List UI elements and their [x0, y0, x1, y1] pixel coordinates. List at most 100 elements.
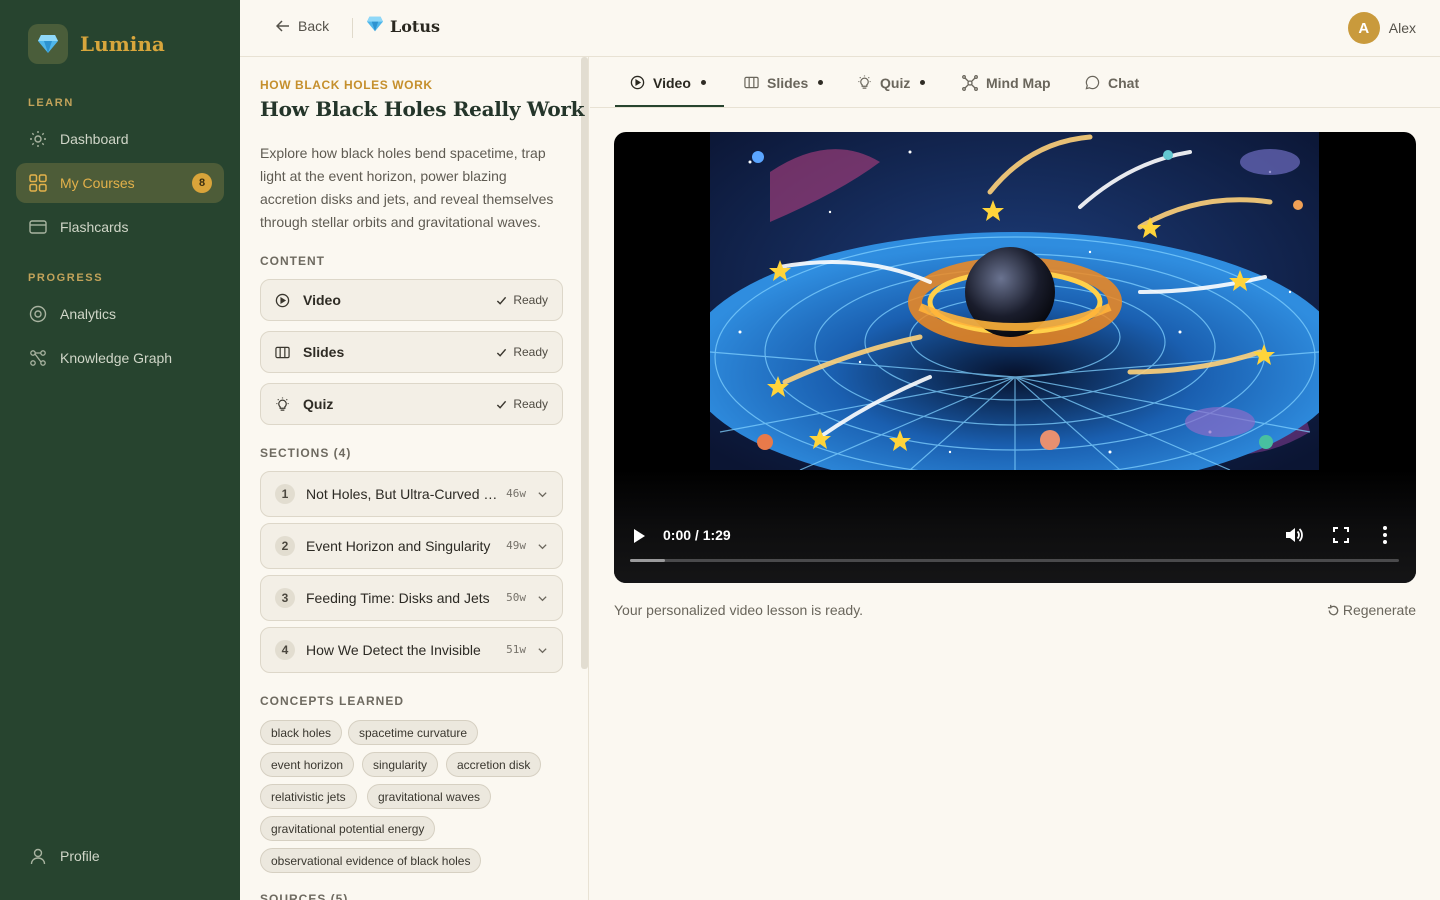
sidebar-item-label: My Courses [60, 175, 135, 191]
back-button[interactable]: Back [276, 18, 329, 34]
concept-chip[interactable]: event horizon [260, 752, 355, 777]
tab-video[interactable]: Video [630, 57, 706, 108]
tab-slides[interactable]: Slides [744, 57, 824, 108]
check-icon [497, 348, 507, 357]
section-word-count: 50w [506, 591, 526, 604]
check-icon [497, 400, 507, 409]
user-menu[interactable]: A Alex [1347, 12, 1416, 44]
nav-section-learn: LEARN [28, 97, 74, 109]
section-item-3[interactable]: 3 Feeding Time: Disks and Jets 50w [260, 575, 563, 621]
concept-chip[interactable]: accretion disk [446, 752, 542, 777]
concept-chip[interactable]: relativistic jets [260, 784, 357, 809]
regenerate-label: Regenerate [1342, 602, 1416, 618]
tab-label: Video [653, 74, 691, 91]
status-text: Ready [513, 345, 548, 359]
grid-icon [28, 173, 48, 193]
panel-scrollbar[interactable] [581, 57, 588, 669]
concept-chip[interactable]: gravitational waves [367, 784, 492, 809]
tab-label: Slides [767, 74, 809, 91]
workspace-title: Lotus [366, 16, 440, 36]
sidebar-item-label: Flashcards [60, 219, 129, 235]
video-progress-bar[interactable] [630, 559, 1399, 562]
card-icon [28, 217, 48, 237]
arrow-left-icon [276, 20, 289, 32]
play-circle-icon [275, 292, 291, 308]
section-word-count: 49w [506, 539, 526, 552]
sidebar-item-knowledge-graph[interactable]: Knowledge Graph [16, 338, 224, 378]
ready-status: Ready [496, 293, 548, 307]
more-options-icon[interactable] [1382, 525, 1388, 550]
target-icon [28, 304, 48, 324]
content-slides[interactable]: Slides Ready [260, 331, 563, 373]
content-label-text: Quiz [303, 396, 334, 412]
active-tab-indicator [615, 105, 724, 107]
status-text: Ready [513, 293, 548, 307]
status-text: Ready [513, 397, 548, 411]
brand-name: Lumina [80, 32, 165, 56]
gem-icon [366, 16, 384, 36]
chat-icon [1085, 75, 1100, 90]
fullscreen-icon[interactable] [1333, 527, 1349, 548]
topbar-divider [352, 18, 353, 38]
tab-mind-map[interactable]: Mind Map [962, 57, 1051, 108]
sidebar-item-dashboard[interactable]: Dashboard [16, 119, 224, 159]
courses-count-badge: 8 [192, 173, 212, 193]
workspace-title-text: Lotus [390, 16, 440, 36]
sidebar-item-flashcards[interactable]: Flashcards [16, 207, 224, 247]
content-label-text: Video [303, 292, 341, 308]
sidebar-item-label: Analytics [60, 306, 117, 322]
volume-icon[interactable] [1284, 525, 1304, 550]
tab-chat[interactable]: Chat [1085, 57, 1139, 108]
concept-chip[interactable]: gravitational potential energy [260, 816, 436, 841]
concept-chip[interactable]: black holes [260, 720, 343, 745]
play-circle-icon [630, 75, 645, 90]
video-thumbnail[interactable] [710, 132, 1319, 470]
sections-label: SECTIONS (4) [260, 446, 352, 460]
sidebar: Lumina LEARN Dashboard My Courses 8 Flas… [0, 0, 240, 900]
video-status-text: Your personalized video lesson is ready. [614, 602, 864, 618]
section-item-4[interactable]: 4 How We Detect the Invisible 51w [260, 627, 563, 673]
concept-chip[interactable]: observational evidence of black holes [260, 848, 482, 873]
section-title: How We Detect the Invisible [306, 642, 481, 658]
tab-ready-dot [700, 80, 706, 85]
content-quiz[interactable]: Quiz Ready [260, 383, 563, 425]
concept-chip[interactable]: singularity [362, 752, 439, 777]
video-player[interactable]: 0:00 / 1:29 [614, 132, 1416, 583]
chevron-down-icon[interactable] [537, 487, 548, 505]
sources-label: SOURCES (5) [260, 892, 349, 900]
refresh-icon [1327, 604, 1339, 615]
sidebar-item-label: Profile [60, 848, 100, 864]
tab-quiz[interactable]: Quiz [857, 57, 926, 108]
sidebar-item-label: Dashboard [60, 131, 129, 147]
chevron-down-icon[interactable] [537, 643, 548, 661]
regenerate-button[interactable]: Regenerate [1327, 602, 1416, 618]
tab-label: Chat [1108, 74, 1140, 91]
user-name: Alex [1388, 20, 1416, 36]
section-word-count: 51w [506, 643, 526, 656]
avatar: A [1347, 12, 1380, 44]
section-title: Not Holes, But Ultra-Curved Spacetime [306, 486, 498, 502]
section-word-count: 46w [506, 487, 526, 500]
view-tabs: Video Slides Quiz Mind Map Chat [590, 57, 1440, 108]
sidebar-item-analytics[interactable]: Analytics [16, 294, 224, 334]
sidebar-item-my-courses[interactable]: My Courses 8 [16, 163, 224, 203]
chevron-down-icon[interactable] [537, 539, 548, 557]
content-video[interactable]: Video Ready [260, 279, 563, 321]
sidebar-item-profile[interactable]: Profile [16, 836, 224, 876]
concept-chip[interactable]: spacetime curvature [348, 720, 479, 745]
course-panel: HOW BLACK HOLES WORK How Black Holes Rea… [240, 57, 589, 900]
section-number: 4 [275, 640, 295, 660]
play-icon[interactable] [632, 528, 646, 549]
tab-label: Quiz [880, 74, 911, 91]
concepts-label: CONCEPTS LEARNED [260, 694, 405, 708]
tab-label: Mind Map [986, 74, 1051, 91]
sidebar-item-label: Knowledge Graph [60, 350, 173, 366]
back-label: Back [298, 18, 330, 34]
section-item-1[interactable]: 1 Not Holes, But Ultra-Curved Spacetime … [260, 471, 563, 517]
content-label-text: Slides [303, 344, 345, 360]
section-item-2[interactable]: 2 Event Horizon and Singularity 49w [260, 523, 563, 569]
section-title: Event Horizon and Singularity [306, 538, 491, 554]
brand[interactable]: Lumina [28, 24, 165, 64]
content-label: CONTENT [260, 254, 325, 268]
chevron-down-icon[interactable] [537, 591, 548, 609]
